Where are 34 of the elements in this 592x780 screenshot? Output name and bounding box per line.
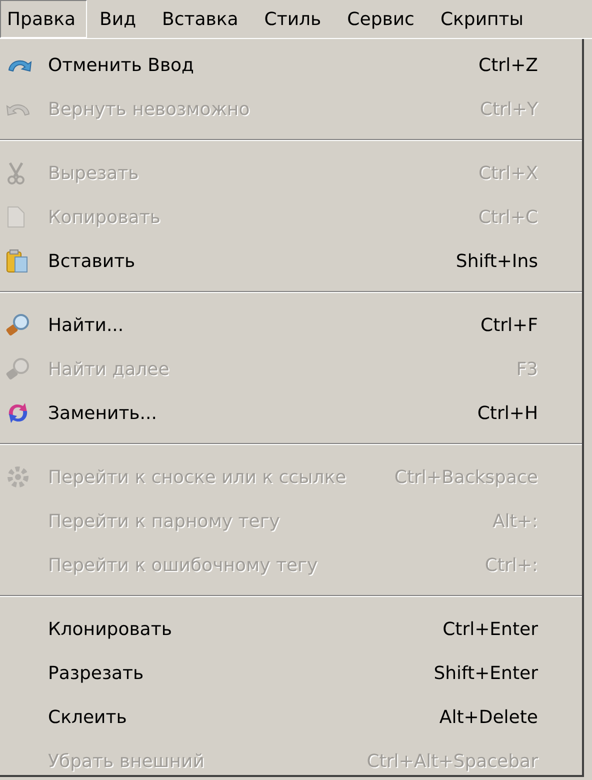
menu-title[interactable]: Сервис <box>334 0 428 38</box>
gear-icon <box>6 465 30 489</box>
menu-title[interactable]: Вставка <box>149 0 252 38</box>
shortcut-label: Alt+Delete <box>439 706 538 728</box>
menu-item-label: Разрезать <box>48 662 145 684</box>
menu-item-label: Склеить <box>48 706 128 728</box>
scissors-icon <box>6 161 26 185</box>
menu-item[interactable]: Найти... Ctrl+F <box>0 303 582 347</box>
menu-title[interactable]: Скрипты <box>427 0 536 38</box>
menu-item[interactable]: Вставить Shift+Ins <box>0 239 582 283</box>
menu-title[interactable]: Стиль <box>251 0 334 38</box>
shortcut-label: Shift+Ins <box>456 250 538 272</box>
shortcut-label: Ctrl+H <box>477 402 538 424</box>
menu-item[interactable]: Клонировать Ctrl+Enter <box>0 607 582 651</box>
menu-title[interactable]: Вид <box>86 0 150 38</box>
swap-arrows-icon <box>6 401 30 425</box>
menu-item[interactable]: Отменить Ввод Ctrl+Z <box>0 43 582 87</box>
document-icon <box>6 205 26 229</box>
menu-item-label: Найти... <box>48 314 125 336</box>
shortcut-label: Ctrl+F <box>480 314 538 336</box>
shortcut-label: Ctrl+Z <box>478 54 538 76</box>
shortcut-label: Ctrl+Enter <box>442 618 538 640</box>
menu-item-label: Вставить <box>48 250 136 272</box>
menu-item-label: Заменить... <box>48 402 158 424</box>
menu-item[interactable]: Разрезать Shift+Enter <box>0 651 582 695</box>
menu-item[interactable]: Склеить Alt+Delete <box>0 695 582 739</box>
menu-item[interactable]: Заменить... Ctrl+H <box>0 391 582 435</box>
shortcut-label: Shift+Enter <box>434 662 538 684</box>
magnifier-icon <box>6 313 30 337</box>
magnifier-icon <box>6 357 30 381</box>
menu-item-label: Клонировать <box>48 618 173 640</box>
menu-title[interactable]: Правка <box>0 0 87 38</box>
menu-item-label: Отменить Ввод <box>48 54 196 76</box>
clipboard-icon <box>6 249 28 273</box>
